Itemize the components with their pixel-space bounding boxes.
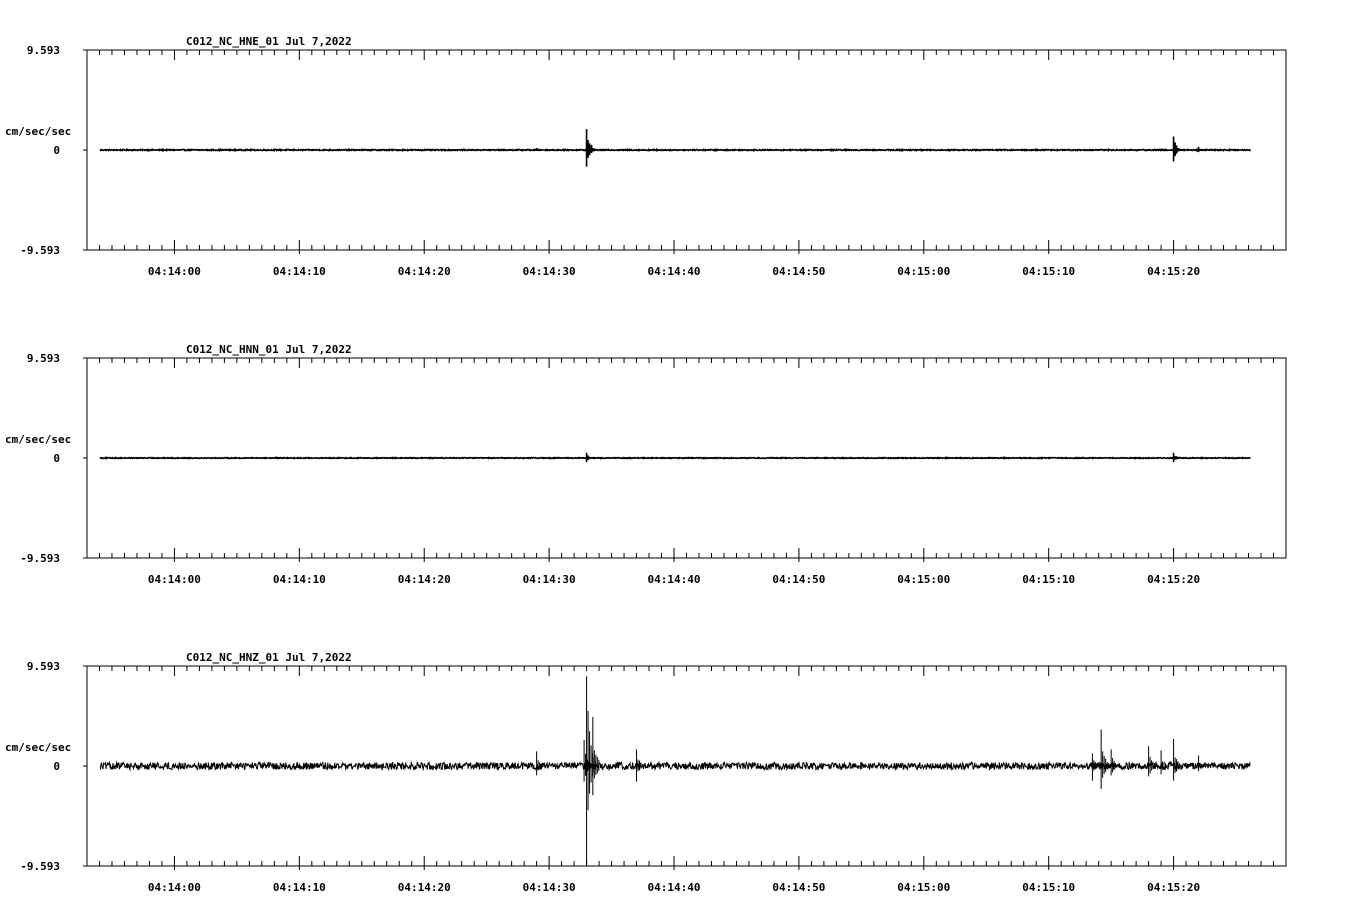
ytick-label-top: 9.593 [27, 352, 60, 365]
x-tick-label: 04:15:00 [897, 881, 950, 894]
x-tick-label: 04:14:10 [273, 881, 326, 894]
panel-title: C012_NC_HNZ_01 Jul 7,2022 [186, 651, 352, 664]
x-tick-label: 04:14:50 [772, 881, 825, 894]
x-tick-label: 04:14:00 [148, 881, 201, 894]
ytick-label-bottom: -9.593 [20, 244, 60, 257]
panel-title: C012_NC_HNE_01 Jul 7,2022 [186, 35, 352, 48]
x-tick-label: 04:14:20 [398, 265, 451, 278]
x-tick-label: 04:15:00 [897, 573, 950, 586]
x-tick-label: 04:14:20 [398, 881, 451, 894]
x-tick-label: 04:14:00 [148, 573, 201, 586]
waveform-trace [99, 129, 1252, 167]
panel-0: C012_NC_HNE_01 Jul 7,2022 cm/sec/sec 9.5… [5, 35, 1287, 278]
seismogram-figure: C012_NC_HNE_01 Jul 7,2022 cm/sec/sec 9.5… [5, 35, 1287, 894]
x-tick-label: 04:14:10 [273, 573, 326, 586]
x-tick-labels: 04:14:00 04:14:10 04:14:20 04:14:30 04:14:40… [148, 573, 1200, 586]
ylabel: cm/sec/sec [5, 741, 71, 754]
x-tick-label: 04:14:50 [772, 265, 825, 278]
waveform-trace [99, 452, 1251, 463]
x-tick-labels: 04:14:00 04:14:10 04:14:20 04:14:30 04:14:40… [148, 265, 1200, 278]
panel-2: C012_NC_HNZ_01 Jul 7,2022 cm/sec/sec 9.5… [5, 651, 1287, 894]
x-tick-label: 04:15:00 [897, 265, 950, 278]
x-tick-label: 04:14:10 [273, 265, 326, 278]
x-tick-label: 04:14:00 [148, 265, 201, 278]
x-tick-label: 04:14:30 [523, 881, 576, 894]
ytick-label-zero: 0 [53, 760, 60, 773]
ytick-label-bottom: -9.593 [20, 552, 60, 565]
ylabel: cm/sec/sec [5, 433, 71, 446]
waveform-trace [99, 676, 1251, 866]
x-tick-label: 04:15:10 [1022, 573, 1075, 586]
ytick-label-zero: 0 [53, 144, 60, 157]
x-tick-label: 04:14:40 [648, 881, 701, 894]
x-tick-labels: 04:14:00 04:14:10 04:14:20 04:14:30 04:14:40… [148, 881, 1200, 894]
x-tick-label: 04:14:40 [648, 265, 701, 278]
ylabel: cm/sec/sec [5, 125, 71, 138]
ytick-label-zero: 0 [53, 452, 60, 465]
ytick-label-top: 9.593 [27, 660, 60, 673]
x-tick-label: 04:14:20 [398, 573, 451, 586]
x-ticks [83, 357, 1287, 562]
x-tick-label: 04:15:20 [1147, 265, 1200, 278]
ytick-label-top: 9.593 [27, 44, 60, 57]
x-ticks [83, 49, 1287, 254]
x-tick-label: 04:14:40 [648, 573, 701, 586]
x-tick-label: 04:14:30 [523, 573, 576, 586]
panel-title: C012_NC_HNN_01 Jul 7,2022 [186, 343, 352, 356]
x-tick-label: 04:14:50 [772, 573, 825, 586]
x-tick-label: 04:15:10 [1022, 265, 1075, 278]
x-tick-label: 04:15:20 [1147, 573, 1200, 586]
x-tick-label: 04:15:20 [1147, 881, 1200, 894]
x-tick-label: 04:15:10 [1022, 881, 1075, 894]
ytick-label-bottom: -9.593 [20, 860, 60, 873]
x-tick-label: 04:14:30 [523, 265, 576, 278]
panel-1: C012_NC_HNN_01 Jul 7,2022 cm/sec/sec 9.5… [5, 343, 1287, 586]
